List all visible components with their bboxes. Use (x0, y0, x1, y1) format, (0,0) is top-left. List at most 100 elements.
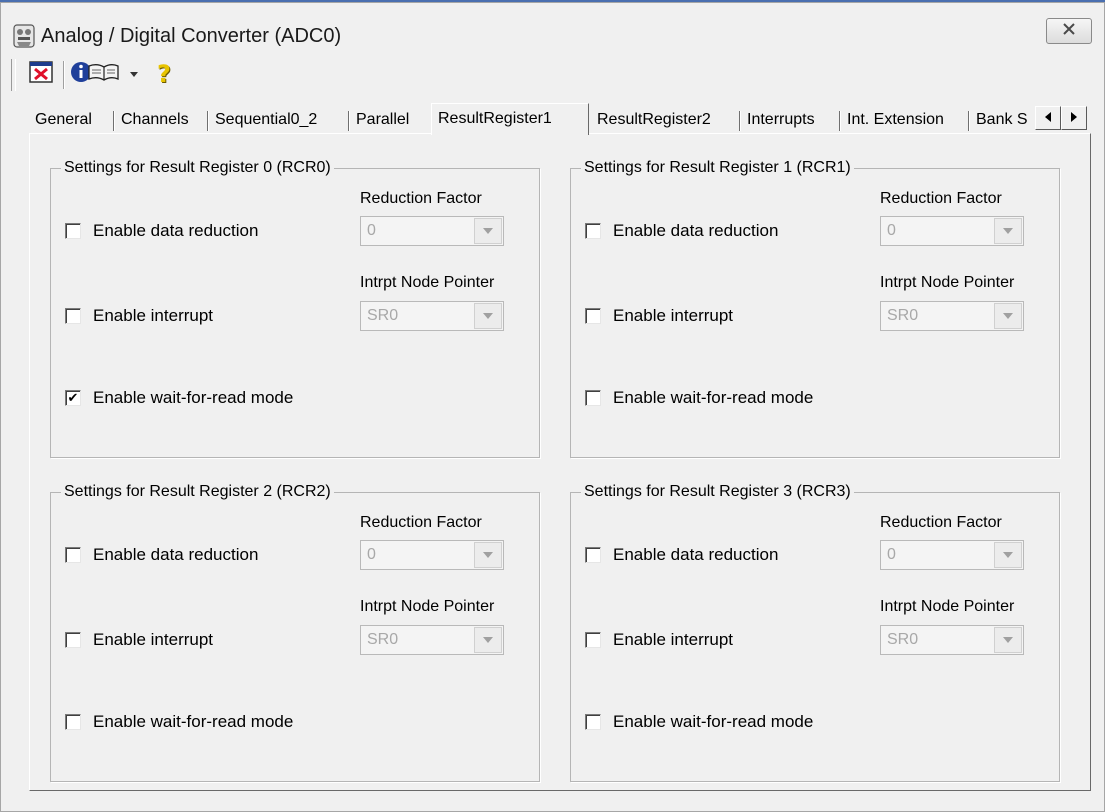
enable-interrupt-row[interactable]: Enable interrupt (585, 305, 733, 327)
reduction-factor-value: 0 (887, 546, 896, 563)
chevron-down-icon (1003, 228, 1013, 234)
dropdown-button[interactable] (474, 627, 502, 653)
close-document-button[interactable] (25, 59, 57, 89)
tab-scroll-right-button[interactable] (1061, 106, 1087, 130)
tab-sequential0-2[interactable]: Sequential0_2 (209, 107, 348, 133)
chevron-down-icon (483, 637, 493, 643)
intrpt-node-pointer-label: Intrpt Node Pointer (360, 274, 495, 291)
enable-interrupt-row[interactable]: Enable interrupt (65, 305, 213, 327)
dropdown-button[interactable] (474, 218, 502, 244)
intrpt-node-pointer-select[interactable]: SR0 (880, 301, 1024, 331)
tab-label: Parallel (356, 111, 410, 128)
enable-data-reduction-checkbox[interactable] (585, 223, 601, 239)
tab-label: Interrupts (747, 111, 815, 128)
tab-channels[interactable]: Channels (115, 107, 207, 133)
toolbar-grip[interactable] (11, 59, 16, 91)
enable-interrupt-checkbox[interactable] (65, 632, 81, 648)
enable-wait-for-read-row[interactable]: Enable wait-for-read mode (65, 711, 293, 733)
enable-interrupt-checkbox[interactable] (65, 308, 81, 324)
chevron-down-icon (1003, 552, 1013, 558)
chevron-down-icon (483, 552, 493, 558)
enable-wait-for-read-checkbox[interactable] (65, 714, 81, 730)
dropdown-button[interactable] (474, 303, 502, 329)
close-x-icon (1062, 22, 1076, 41)
group-title: Settings for Result Register 1 (RCR1) (581, 158, 854, 178)
enable-data-reduction-row[interactable]: Enable data reduction (585, 544, 778, 566)
enable-data-reduction-label: Enable data reduction (613, 221, 779, 240)
reduction-factor-value: 0 (887, 222, 896, 239)
reduction-factor-select[interactable]: 0 (360, 540, 504, 570)
enable-wait-for-read-checkbox[interactable]: ✔ (65, 390, 81, 406)
tab-label: Sequential0_2 (215, 111, 318, 128)
tab-scroll-left-button[interactable] (1035, 106, 1061, 130)
intrpt-node-pointer-label: Intrpt Node Pointer (360, 598, 495, 615)
arrow-right-icon (1070, 109, 1078, 127)
intrpt-node-pointer-select[interactable]: SR0 (360, 301, 504, 331)
intrpt-node-pointer-value: SR0 (367, 307, 399, 324)
group-title: Settings for Result Register 3 (RCR3) (581, 482, 854, 502)
reduction-factor-select[interactable]: 0 (880, 540, 1024, 570)
intrpt-node-pointer-select[interactable]: SR0 (360, 625, 504, 655)
tab-int-extension[interactable]: Int. Extension (841, 107, 968, 133)
tab-label: ResultRegister1 (438, 110, 552, 127)
reduction-factor-value: 0 (367, 222, 376, 239)
enable-wait-for-read-label: Enable wait-for-read mode (93, 388, 294, 407)
info-book-button[interactable] (69, 59, 121, 89)
title-bar[interactable]: Analog / Digital Converter (ADC0) (1, 3, 1104, 57)
tab-label: Channels (121, 111, 189, 128)
reduction-factor-label: Reduction Factor (360, 514, 482, 531)
reduction-factor-label: Reduction Factor (880, 190, 1002, 207)
tab-label: Int. Extension (847, 111, 944, 128)
tab-parallel[interactable]: Parallel (350, 107, 428, 133)
chevron-down-icon (1003, 637, 1013, 643)
chevron-down-icon (1003, 313, 1013, 319)
dropdown-button[interactable] (994, 218, 1022, 244)
arrow-left-icon (1044, 109, 1052, 127)
group-result-register-3: Settings for Result Register 3 (RCR3) Re… (570, 482, 1060, 782)
tab-bank-settings[interactable]: Bank S (970, 107, 1035, 133)
tab-resultregister2[interactable]: ResultRegister2 (591, 107, 739, 133)
tab-page-resultregister1: Settings for Result Register 0 (RCR0) Re… (29, 133, 1091, 791)
intrpt-node-pointer-value: SR0 (367, 631, 399, 648)
enable-data-reduction-label: Enable data reduction (613, 545, 779, 564)
enable-data-reduction-checkbox[interactable] (65, 223, 81, 239)
enable-data-reduction-row[interactable]: Enable data reduction (585, 220, 778, 242)
toolbar-separator (63, 61, 65, 89)
info-book-icon (70, 60, 120, 89)
dropdown-button[interactable] (994, 627, 1022, 653)
reduction-factor-label: Reduction Factor (880, 514, 1002, 531)
dropdown-button[interactable] (994, 542, 1022, 568)
tab-interrupts[interactable]: Interrupts (741, 107, 839, 133)
enable-wait-for-read-row[interactable]: Enable wait-for-read mode (585, 711, 813, 733)
close-document-icon (28, 60, 54, 89)
enable-data-reduction-checkbox[interactable] (585, 547, 601, 563)
enable-data-reduction-row[interactable]: Enable data reduction (65, 544, 258, 566)
enable-wait-for-read-row[interactable]: ✔ Enable wait-for-read mode (65, 387, 293, 409)
tab-resultregister1[interactable]: ResultRegister1 (431, 103, 589, 135)
enable-interrupt-checkbox[interactable] (585, 308, 601, 324)
enable-wait-for-read-row[interactable]: Enable wait-for-read mode (585, 387, 813, 409)
chevron-down-icon (483, 313, 493, 319)
enable-interrupt-row[interactable]: Enable interrupt (585, 629, 733, 651)
intrpt-node-pointer-value: SR0 (887, 307, 919, 324)
dropdown-button[interactable] (994, 303, 1022, 329)
enable-wait-for-read-checkbox[interactable] (585, 390, 601, 406)
enable-data-reduction-checkbox[interactable] (65, 547, 81, 563)
enable-wait-for-read-label: Enable wait-for-read mode (613, 712, 814, 731)
enable-data-reduction-row[interactable]: Enable data reduction (65, 220, 258, 242)
reduction-factor-select[interactable]: 0 (880, 216, 1024, 246)
enable-interrupt-row[interactable]: Enable interrupt (65, 629, 213, 651)
help-button[interactable]: ? (149, 59, 179, 89)
enable-interrupt-checkbox[interactable] (585, 632, 601, 648)
enable-wait-for-read-checkbox[interactable] (585, 714, 601, 730)
close-button[interactable] (1046, 18, 1092, 44)
intrpt-node-pointer-select[interactable]: SR0 (880, 625, 1024, 655)
tab-general[interactable]: General (29, 107, 113, 133)
info-dropdown-button[interactable] (125, 59, 143, 89)
reduction-factor-select[interactable]: 0 (360, 216, 504, 246)
dropdown-arrow-icon (129, 65, 139, 83)
dropdown-button[interactable] (474, 542, 502, 568)
tab-label: Bank S (976, 111, 1028, 128)
group-title: Settings for Result Register 2 (RCR2) (61, 482, 334, 502)
enable-wait-for-read-label: Enable wait-for-read mode (613, 388, 814, 407)
